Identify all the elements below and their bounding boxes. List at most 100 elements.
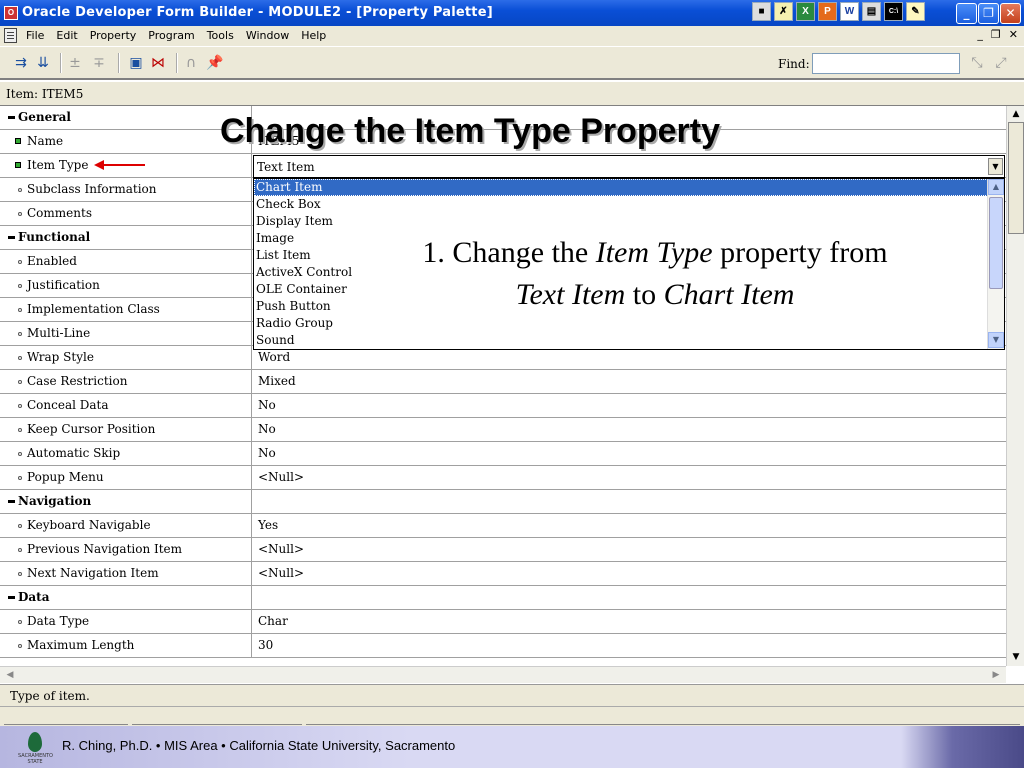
find-previous-icon[interactable]: ⤡ bbox=[968, 55, 986, 71]
find-label: Find: bbox=[778, 57, 810, 71]
minimize-button[interactable]: _ bbox=[956, 3, 977, 24]
property-label: Implementation Class bbox=[0, 298, 252, 322]
excel-icon[interactable]: X bbox=[796, 2, 815, 21]
file-icon[interactable]: ▤ bbox=[862, 2, 881, 21]
property-class-icon[interactable]: ▣ bbox=[127, 55, 145, 71]
group-data[interactable]: Data bbox=[0, 586, 1006, 610]
pinned-app-icon[interactable]: ✗ bbox=[774, 2, 793, 21]
property-row-maximum-length[interactable]: Maximum Length 30 bbox=[0, 634, 1006, 658]
property-label: Popup Menu bbox=[0, 466, 252, 490]
menu-program[interactable]: Program bbox=[148, 29, 194, 42]
window-titlebar: O Oracle Developer Form Builder - MODULE… bbox=[0, 0, 1024, 26]
instruction-emphasis: Text Item bbox=[515, 278, 626, 311]
add-property-icon[interactable]: ± bbox=[66, 55, 84, 71]
property-row-automatic-skip[interactable]: Automatic Skip No bbox=[0, 442, 1006, 466]
leaf-icon bbox=[28, 732, 42, 752]
scroll-right-icon[interactable]: ▶ bbox=[988, 668, 1004, 683]
property-label: Keyboard Navigable bbox=[0, 514, 252, 538]
menu-help[interactable]: Help bbox=[301, 29, 326, 42]
property-value[interactable]: No bbox=[253, 394, 1006, 418]
dropdown-option[interactable]: Sound bbox=[254, 332, 988, 349]
property-label: Maximum Length bbox=[0, 634, 252, 658]
instruction-text: 1. Change the bbox=[422, 236, 596, 269]
inherit-icon[interactable]: ⋈ bbox=[149, 55, 167, 71]
property-label: Multi-Line bbox=[0, 322, 252, 346]
group-navigation[interactable]: Navigation bbox=[0, 490, 1006, 514]
scrollbar-thumb[interactable] bbox=[1008, 122, 1024, 234]
property-row-keyboard-navigable[interactable]: Keyboard Navigable Yes bbox=[0, 514, 1006, 538]
dropdown-option[interactable]: Chart Item bbox=[254, 179, 988, 196]
property-value[interactable]: <Null> bbox=[253, 466, 1006, 490]
property-label: Comments bbox=[0, 202, 252, 226]
property-value[interactable]: No bbox=[253, 418, 1006, 442]
chevron-up-icon[interactable]: ▲ bbox=[988, 179, 1004, 195]
group-label: Navigation bbox=[0, 490, 252, 514]
property-value[interactable]: Mixed bbox=[253, 370, 1006, 394]
intersection-icon[interactable]: ∩ bbox=[182, 55, 200, 71]
word-icon[interactable]: W bbox=[840, 2, 859, 21]
mdi-restore-button[interactable]: ❐ bbox=[991, 28, 1001, 41]
property-label: Conceal Data bbox=[0, 394, 252, 418]
property-value[interactable]: <Null> bbox=[253, 562, 1006, 586]
restore-button[interactable]: ❐ bbox=[978, 3, 999, 24]
powerpoint-icon[interactable]: P bbox=[818, 2, 837, 21]
delete-property-icon[interactable]: ∓ bbox=[90, 55, 108, 71]
freeze-icon[interactable]: 📌 bbox=[206, 55, 224, 71]
property-row-data-type[interactable]: Data Type Char bbox=[0, 610, 1006, 634]
property-row-keep-cursor[interactable]: Keep Cursor Position No bbox=[0, 418, 1006, 442]
notes-icon[interactable]: ✎ bbox=[906, 2, 925, 21]
property-row-previous-navigation[interactable]: Previous Navigation Item <Null> bbox=[0, 538, 1006, 562]
dropdown-scrollbar[interactable]: ▲ ▼ bbox=[987, 179, 1004, 349]
horizontal-scrollbar[interactable]: ◀ ▶ bbox=[0, 666, 1006, 683]
property-row-popup-menu[interactable]: Popup Menu <Null> bbox=[0, 466, 1006, 490]
slide-instruction: 1. Change the Item Type property from Te… bbox=[420, 232, 890, 316]
find-next-icon[interactable]: ⤢ bbox=[992, 55, 1010, 71]
menu-edit[interactable]: Edit bbox=[56, 29, 77, 42]
property-label: Automatic Skip bbox=[0, 442, 252, 466]
property-row-case-restriction[interactable]: Case Restriction Mixed bbox=[0, 370, 1006, 394]
scroll-left-icon[interactable]: ◀ bbox=[2, 668, 18, 683]
mdi-minimize-button[interactable]: _ bbox=[977, 28, 983, 41]
property-value[interactable]: <Null> bbox=[253, 538, 1006, 562]
red-arrow-icon bbox=[103, 164, 145, 166]
dropdown-option[interactable]: Radio Group bbox=[254, 315, 988, 332]
scroll-up-icon[interactable]: ▲ bbox=[1008, 106, 1024, 122]
document-icon[interactable] bbox=[4, 28, 17, 43]
instruction-emphasis: Item Type bbox=[595, 236, 713, 269]
chevron-down-icon[interactable]: ▼ bbox=[988, 332, 1004, 348]
property-label: Enabled bbox=[0, 250, 252, 274]
menu-file[interactable]: File bbox=[26, 29, 44, 42]
menu-property[interactable]: Property bbox=[90, 29, 137, 42]
scrollbar-thumb[interactable] bbox=[989, 197, 1003, 289]
status-bar bbox=[0, 706, 1024, 726]
network-icon[interactable]: ■ bbox=[752, 2, 771, 21]
item-type-current-value: Text Item bbox=[257, 160, 315, 174]
property-row-next-navigation[interactable]: Next Navigation Item <Null> bbox=[0, 562, 1006, 586]
property-label: Keep Cursor Position bbox=[0, 418, 252, 442]
instruction-text: to bbox=[625, 278, 664, 311]
terminal-icon[interactable]: C:\ bbox=[884, 2, 903, 21]
paste-properties-icon[interactable]: ⇊ bbox=[34, 55, 52, 71]
logo-caption: SACRAMENTO STATE bbox=[18, 753, 53, 765]
property-row-conceal-data[interactable]: Conceal Data No bbox=[0, 394, 1006, 418]
toolbar-separator bbox=[60, 53, 62, 73]
property-value[interactable]: Char bbox=[253, 610, 1006, 634]
menu-window[interactable]: Window bbox=[246, 29, 289, 42]
dropdown-option[interactable]: Check Box bbox=[254, 196, 988, 213]
chevron-down-icon[interactable]: ▼ bbox=[988, 158, 1003, 175]
property-label: Wrap Style bbox=[0, 346, 252, 370]
find-input[interactable] bbox=[812, 53, 960, 74]
window-title: Oracle Developer Form Builder - MODULE2 … bbox=[22, 5, 493, 20]
dropdown-option[interactable]: Display Item bbox=[254, 213, 988, 230]
menu-bar: File Edit Property Program Tools Window … bbox=[0, 26, 1024, 46]
vertical-scrollbar[interactable]: ▲ ▼ bbox=[1006, 106, 1024, 666]
copy-properties-icon[interactable]: ⇉ bbox=[12, 55, 30, 71]
menu-tools[interactable]: Tools bbox=[207, 29, 234, 42]
close-button[interactable]: ✕ bbox=[1000, 3, 1021, 24]
mdi-close-button[interactable]: ✕ bbox=[1009, 28, 1018, 41]
property-value[interactable]: No bbox=[253, 442, 1006, 466]
property-value[interactable]: 30 bbox=[253, 634, 1006, 658]
scroll-down-icon[interactable]: ▼ bbox=[1008, 649, 1024, 665]
property-value[interactable]: Yes bbox=[253, 514, 1006, 538]
item-type-select[interactable]: Text Item ▼ bbox=[253, 155, 1005, 178]
